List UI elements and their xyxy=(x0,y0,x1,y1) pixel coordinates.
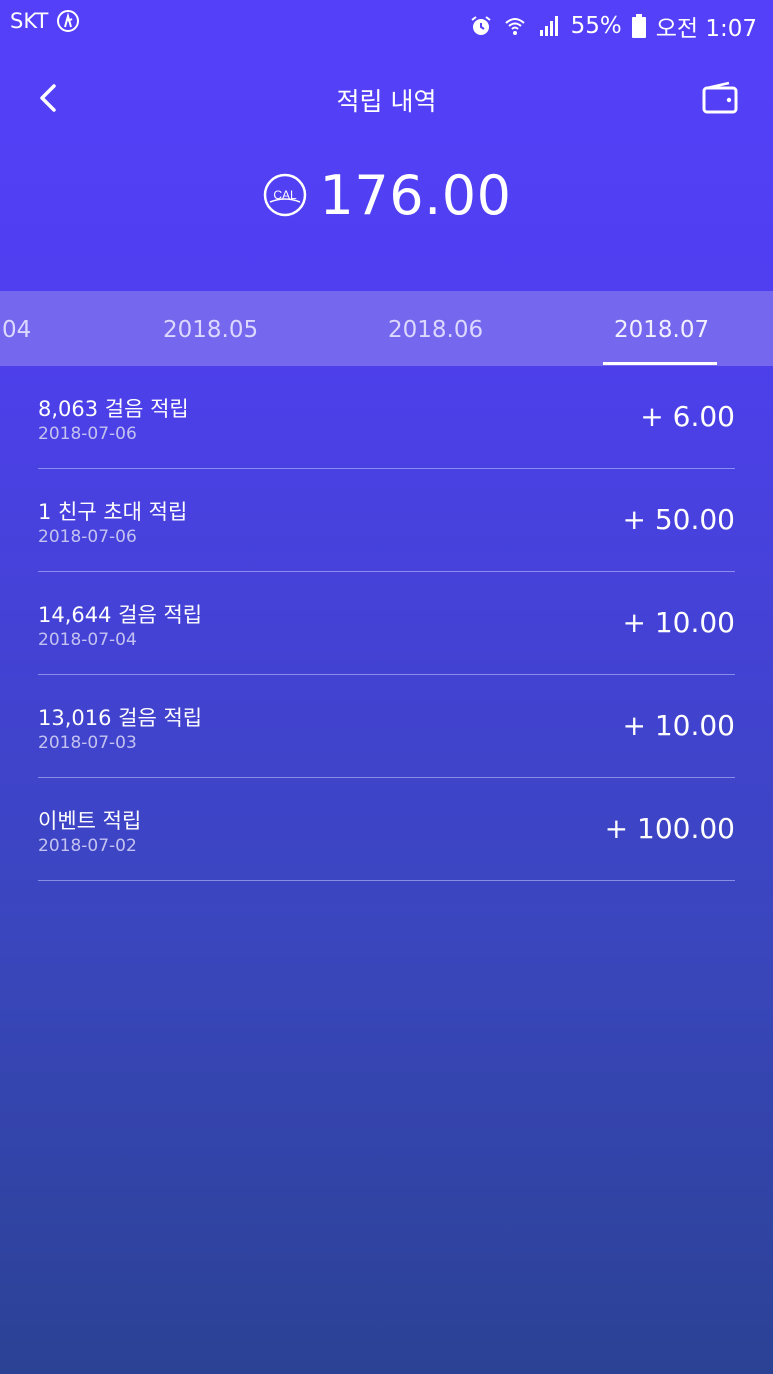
walking-app-icon xyxy=(57,10,80,32)
wallet-icon[interactable] xyxy=(701,80,739,118)
cal-token-icon: CAL xyxy=(263,173,306,217)
cal-token-label: CAL xyxy=(273,188,297,202)
battery-percent: 55% xyxy=(570,13,622,39)
list-item[interactable]: 8,063 걸음 적립 2018-07-06 + 6.00 xyxy=(38,366,735,469)
carrier-label: SKT xyxy=(10,9,49,33)
signal-icon xyxy=(539,16,558,36)
item-title: 14,644 걸음 적립 xyxy=(38,603,203,627)
item-date: 2018-07-02 xyxy=(38,836,137,856)
list-item[interactable]: 1 친구 초대 적립 2018-07-06 + 50.00 xyxy=(38,469,735,572)
reward-history-list: 8,063 걸음 적립 2018-07-06 + 6.00 1 친구 초대 적립… xyxy=(38,366,735,881)
item-title: 13,016 걸음 적립 xyxy=(38,706,203,730)
clock: 오전 1:07 xyxy=(655,16,757,42)
app-header: 적립 내역 xyxy=(0,58,773,138)
tab-month-2018-07[interactable]: 2018.07 xyxy=(614,317,709,343)
item-date: 2018-07-06 xyxy=(38,424,137,444)
list-item[interactable]: 13,016 걸음 적립 2018-07-03 + 10.00 xyxy=(38,675,735,778)
wifi-icon xyxy=(504,18,525,35)
tab-month-2018-05[interactable]: 2018.05 xyxy=(163,317,258,343)
alarm-icon xyxy=(470,16,491,35)
item-date: 2018-07-03 xyxy=(38,733,137,753)
month-tabs[interactable]: 04 2018.05 2018.06 2018.07 xyxy=(0,291,773,366)
tab-month-2018-06[interactable]: 2018.06 xyxy=(388,317,483,343)
item-amount: + 10.00 xyxy=(622,709,735,742)
list-item[interactable]: 이벤트 적립 2018-07-02 + 100.00 xyxy=(38,778,735,881)
item-title: 8,063 걸음 적립 xyxy=(38,397,189,421)
item-amount: + 6.00 xyxy=(640,400,735,433)
status-bar: SKT 55% 오전 1:07 xyxy=(0,0,773,46)
active-tab-indicator xyxy=(603,362,717,365)
status-right: 55% 오전 1:07 xyxy=(469,9,757,43)
list-item[interactable]: 14,644 걸음 적립 2018-07-04 + 10.00 xyxy=(38,572,735,675)
item-amount: + 100.00 xyxy=(604,812,735,845)
item-amount: + 50.00 xyxy=(622,503,735,536)
item-title: 이벤트 적립 xyxy=(38,809,142,833)
status-left: SKT xyxy=(10,9,80,33)
battery-icon xyxy=(631,14,646,38)
item-title: 1 친구 초대 적립 xyxy=(38,500,188,524)
item-amount: + 10.00 xyxy=(622,606,735,639)
page-title: 적립 내역 xyxy=(336,87,437,116)
tab-month-04[interactable]: 04 xyxy=(2,317,31,343)
balance-summary: CAL 176.00 xyxy=(0,160,773,230)
balance-amount: 176.00 xyxy=(319,163,512,227)
item-date: 2018-07-06 xyxy=(38,527,137,547)
item-date: 2018-07-04 xyxy=(38,630,137,650)
